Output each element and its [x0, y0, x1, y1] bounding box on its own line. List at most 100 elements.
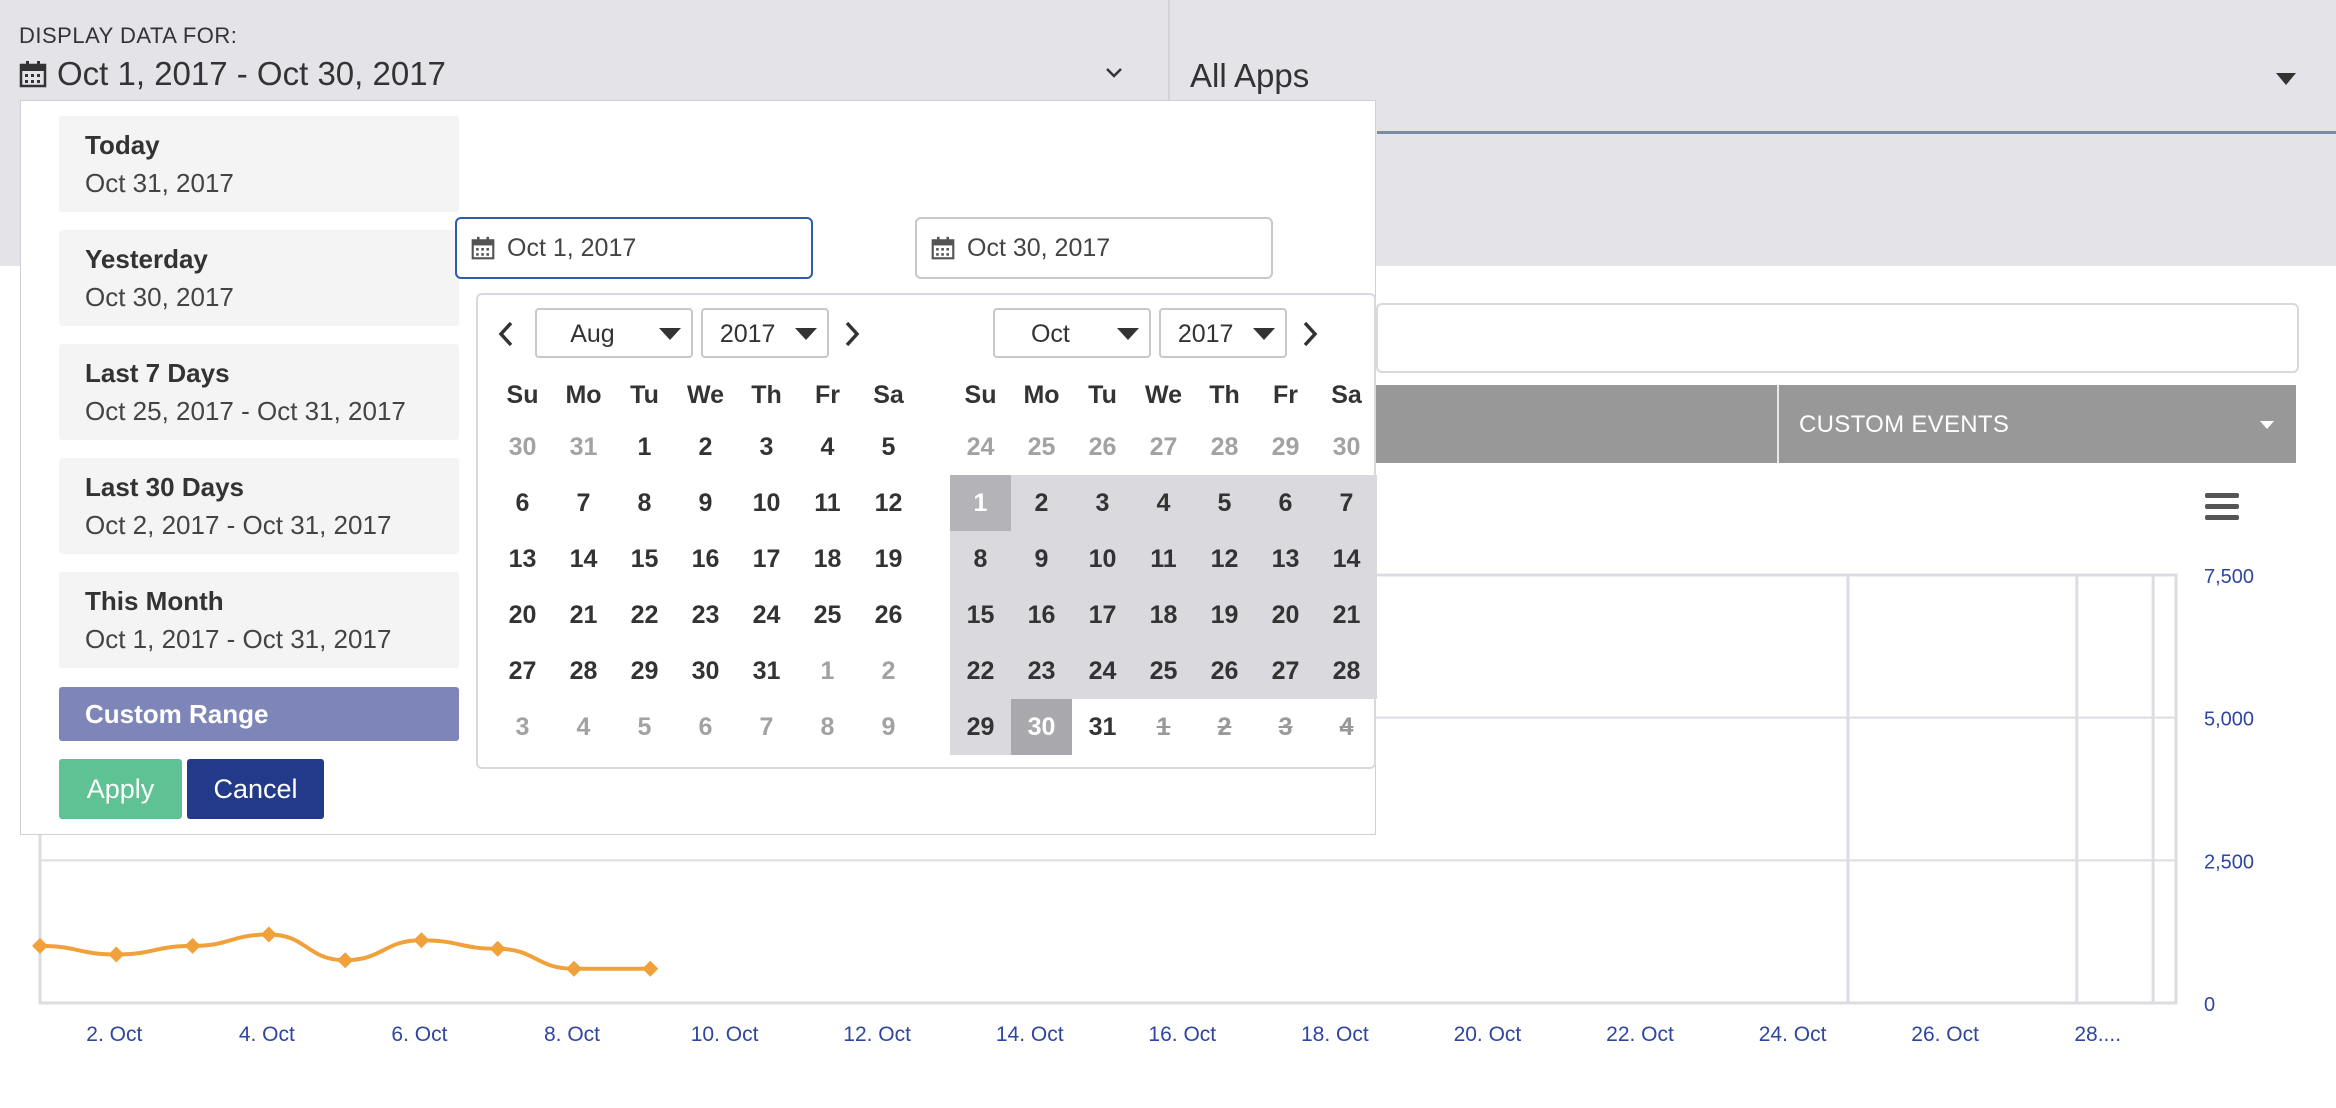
calendar-day[interactable]: 8	[614, 475, 675, 531]
calendar-day[interactable]: 2	[1011, 475, 1072, 531]
range-last-30-days[interactable]: Last 30 Days Oct 2, 2017 - Oct 31, 2017	[59, 458, 459, 554]
range-last-7-days[interactable]: Last 7 Days Oct 25, 2017 - Oct 31, 2017	[59, 344, 459, 440]
calendar-day[interactable]: 4	[797, 419, 858, 475]
range-custom[interactable]: Custom Range	[59, 687, 459, 741]
calendar-day[interactable]: 31	[736, 643, 797, 699]
calendar-day[interactable]: 20	[492, 587, 553, 643]
calendar-day[interactable]: 3	[1255, 699, 1316, 755]
chevron-right-icon[interactable]	[1297, 319, 1321, 349]
calendar-day[interactable]: 14	[553, 531, 614, 587]
right-month-select[interactable]: Oct	[993, 308, 1151, 358]
calendar-day[interactable]: 6	[492, 475, 553, 531]
calendar-day[interactable]: 14	[1316, 531, 1377, 587]
calendar-day[interactable]: 1	[1133, 699, 1194, 755]
calendar-day[interactable]: 26	[858, 587, 919, 643]
calendar-day[interactable]: 16	[1011, 587, 1072, 643]
calendar-day[interactable]: 31	[1072, 699, 1133, 755]
calendar-day[interactable]: 19	[858, 531, 919, 587]
calendar-day[interactable]: 24	[736, 587, 797, 643]
calendar-day[interactable]: 15	[950, 587, 1011, 643]
calendar-day[interactable]: 1	[797, 643, 858, 699]
calendar-day[interactable]: 23	[1011, 643, 1072, 699]
calendar-day[interactable]: 30	[492, 419, 553, 475]
cancel-button[interactable]: Cancel	[187, 759, 324, 819]
calendar-day[interactable]: 17	[736, 531, 797, 587]
calendar-day[interactable]: 3	[492, 699, 553, 755]
calendar-day[interactable]: 24	[1072, 643, 1133, 699]
calendar-day[interactable]: 10	[736, 475, 797, 531]
calendar-day[interactable]: 13	[1255, 531, 1316, 587]
calendar-day[interactable]: 15	[614, 531, 675, 587]
apps-select[interactable]: All Apps	[1190, 57, 1309, 95]
apply-button[interactable]: Apply	[59, 759, 182, 819]
calendar-day[interactable]: 7	[553, 475, 614, 531]
range-today[interactable]: Today Oct 31, 2017	[59, 116, 459, 212]
calendar-day[interactable]: 22	[614, 587, 675, 643]
calendar-day[interactable]: 12	[1194, 531, 1255, 587]
date-range-dropdown[interactable]: Oct 1, 2017 - Oct 30, 2017	[19, 55, 446, 93]
calendar-day[interactable]: 20	[1255, 587, 1316, 643]
chevron-left-icon[interactable]	[495, 319, 519, 349]
caret-down-icon[interactable]	[2276, 73, 2296, 85]
calendar-day[interactable]: 1	[614, 419, 675, 475]
calendar-day[interactable]: 31	[553, 419, 614, 475]
range-this-month[interactable]: This Month Oct 1, 2017 - Oct 31, 2017	[59, 572, 459, 668]
calendar-day[interactable]: 30	[675, 643, 736, 699]
search-input[interactable]	[1376, 303, 2299, 373]
calendar-day[interactable]: 28	[1194, 419, 1255, 475]
calendar-day[interactable]: 7	[1316, 475, 1377, 531]
calendar-day[interactable]: 29	[950, 699, 1011, 755]
calendar-day[interactable]: 6	[675, 699, 736, 755]
calendar-day[interactable]: 9	[858, 699, 919, 755]
calendar-day[interactable]: 27	[492, 643, 553, 699]
calendar-day[interactable]: 28	[553, 643, 614, 699]
calendar-day[interactable]: 25	[797, 587, 858, 643]
calendar-day[interactable]: 4	[1316, 699, 1377, 755]
left-month-select[interactable]: Aug	[535, 308, 693, 358]
end-date-input[interactable]: Oct 30, 2017	[915, 217, 1273, 279]
calendar-day[interactable]: 4	[1133, 475, 1194, 531]
calendar-day[interactable]: 19	[1194, 587, 1255, 643]
calendar-day[interactable]: 8	[797, 699, 858, 755]
calendar-day[interactable]: 7	[736, 699, 797, 755]
calendar-day[interactable]: 23	[675, 587, 736, 643]
calendar-day[interactable]: 22	[950, 643, 1011, 699]
calendar-day[interactable]: 18	[797, 531, 858, 587]
calendar-day[interactable]: 5	[614, 699, 675, 755]
calendar-day[interactable]: 21	[1316, 587, 1377, 643]
menu-icon[interactable]	[2205, 493, 2239, 526]
calendar-day[interactable]: 26	[1072, 419, 1133, 475]
calendar-day[interactable]: 2	[1194, 699, 1255, 755]
calendar-day[interactable]: 24	[950, 419, 1011, 475]
calendar-day[interactable]: 4	[553, 699, 614, 755]
calendar-day[interactable]: 1	[950, 475, 1011, 531]
calendar-day[interactable]: 21	[553, 587, 614, 643]
caret-down-icon[interactable]	[2260, 421, 2274, 429]
right-year-select[interactable]: 2017	[1159, 308, 1287, 358]
chevron-right-icon[interactable]	[839, 319, 863, 349]
calendar-day[interactable]: 13	[492, 531, 553, 587]
calendar-day[interactable]: 10	[1072, 531, 1133, 587]
calendar-day[interactable]: 9	[675, 475, 736, 531]
calendar-day[interactable]: 27	[1133, 419, 1194, 475]
calendar-day[interactable]: 17	[1072, 587, 1133, 643]
left-year-select[interactable]: 2017	[701, 308, 829, 358]
calendar-day[interactable]: 3	[736, 419, 797, 475]
range-yesterday[interactable]: Yesterday Oct 30, 2017	[59, 230, 459, 326]
tab-custom-events[interactable]: CUSTOM EVENTS	[1799, 411, 2009, 439]
calendar-day[interactable]: 30	[1011, 699, 1072, 755]
calendar-day[interactable]: 29	[1255, 419, 1316, 475]
calendar-day[interactable]: 25	[1011, 419, 1072, 475]
chevron-down-icon[interactable]	[1105, 64, 1123, 82]
calendar-day[interactable]: 3	[1072, 475, 1133, 531]
start-date-input[interactable]: Oct 1, 2017	[455, 217, 813, 279]
calendar-day[interactable]: 28	[1316, 643, 1377, 699]
calendar-day[interactable]: 5	[1194, 475, 1255, 531]
calendar-day[interactable]: 9	[1011, 531, 1072, 587]
calendar-day[interactable]: 8	[950, 531, 1011, 587]
calendar-day[interactable]: 11	[1133, 531, 1194, 587]
calendar-day[interactable]: 5	[858, 419, 919, 475]
calendar-day[interactable]: 30	[1316, 419, 1377, 475]
calendar-day[interactable]: 2	[858, 643, 919, 699]
calendar-day[interactable]: 11	[797, 475, 858, 531]
